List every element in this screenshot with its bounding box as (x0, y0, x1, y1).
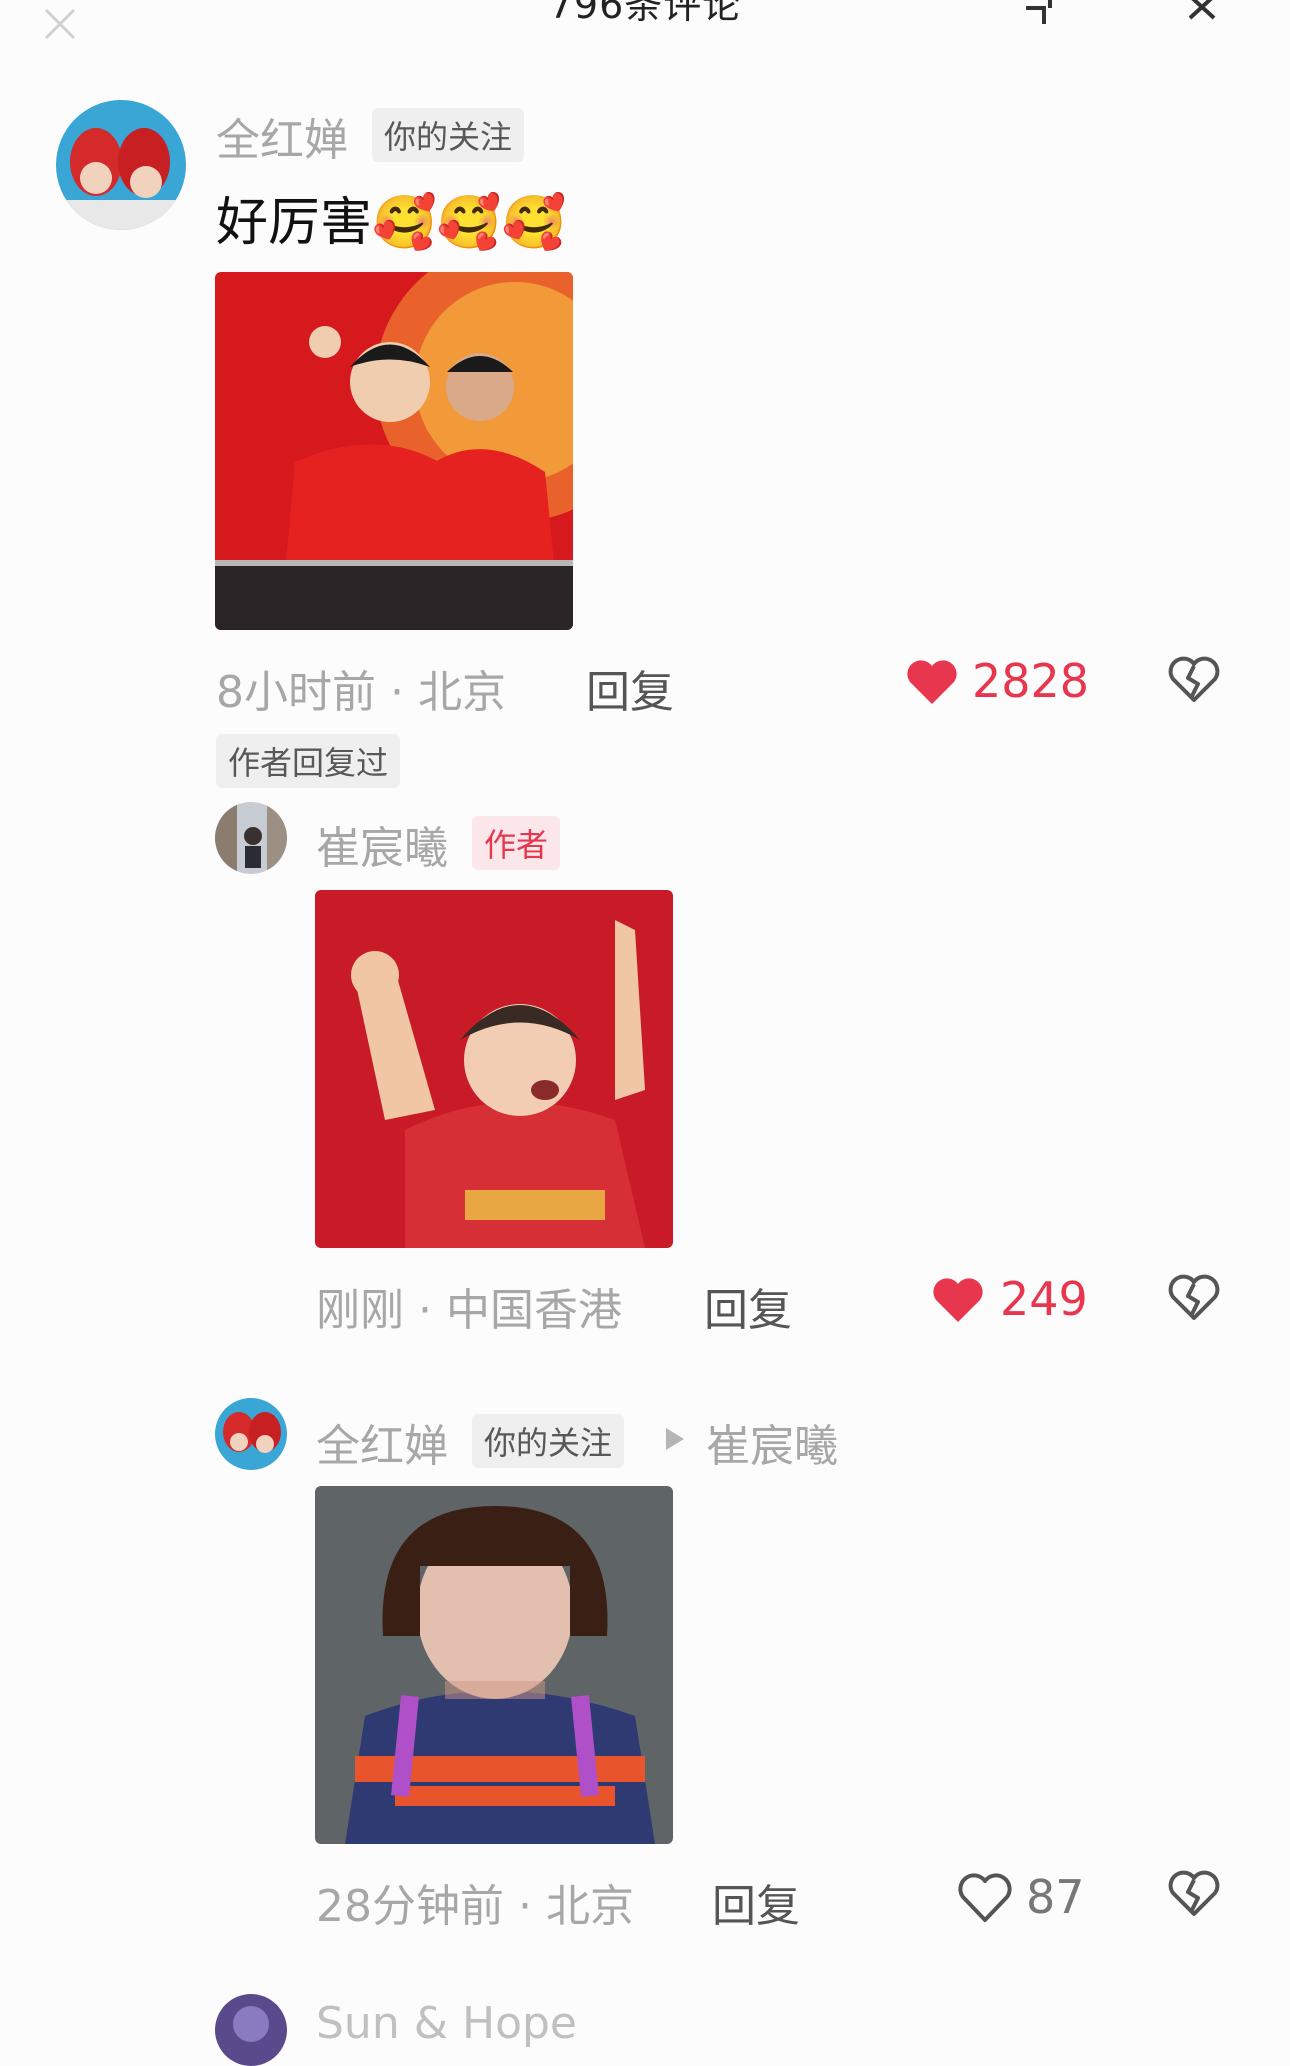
following-badge: 你的关注 (472, 1414, 625, 1468)
reply-arrow-icon (662, 1424, 686, 1454)
reply-image[interactable] (315, 890, 673, 1248)
following-badge: 你的关注 (372, 108, 525, 162)
reply-avatar[interactable] (215, 1398, 287, 1470)
author-replied-tag: 作者回复过 (216, 734, 401, 788)
reply-time-location: 刚刚 · 中国香港 (316, 1285, 622, 1336)
like-heart-icon[interactable] (904, 654, 960, 710)
avatar[interactable] (56, 100, 186, 230)
next-comment-avatar[interactable] (215, 1994, 287, 2066)
like-count: 249 (1000, 1272, 1088, 1326)
comment-time-location: 8小时前 · 北京 (216, 667, 506, 718)
like-heart-icon[interactable] (930, 1272, 986, 1328)
reply-to-username[interactable]: 崔宸曦 (706, 1410, 838, 1474)
comment-image[interactable] (215, 272, 573, 630)
reply-image[interactable] (315, 1486, 673, 1844)
dislike-broken-heart-icon[interactable] (1166, 1270, 1222, 1326)
reply-avatar[interactable] (215, 802, 287, 874)
collapse-icon[interactable] (1020, 0, 1070, 34)
dislike-broken-heart-icon[interactable] (1166, 652, 1222, 708)
comment-username[interactable]: 全红婵 (216, 104, 348, 168)
like-heart-outline-icon[interactable] (956, 1868, 1014, 1926)
reply-button[interactable]: 回复 (712, 1870, 800, 1934)
comment-count-title: 796条评论 (548, 0, 742, 27)
reply-button[interactable]: 回复 (704, 1274, 792, 1338)
next-comment-username[interactable]: Sun & Hope (316, 1998, 577, 2049)
comments-header: 796条评论 (0, 0, 1290, 60)
reply-username[interactable]: 全红婵 (316, 1410, 448, 1474)
like-count: 2828 (972, 654, 1090, 708)
dislike-broken-heart-icon[interactable] (1166, 1866, 1222, 1922)
close-icon[interactable] (38, 4, 88, 44)
author-badge: 作者 (472, 816, 561, 870)
like-count: 87 (1026, 1870, 1085, 1924)
comment-text: 好厉害🥰🥰🥰 (216, 180, 566, 255)
reply-time-location: 28分钟前 · 北京 (316, 1881, 634, 1932)
close-panel-icon[interactable] (1180, 0, 1230, 30)
reply-username[interactable]: 崔宸曦 (316, 812, 448, 876)
heart-eyes-emoji-icon: 🥰🥰🥰 (372, 193, 567, 253)
reply-button[interactable]: 回复 (586, 656, 674, 720)
comment-text-body: 好厉害 (216, 193, 373, 253)
